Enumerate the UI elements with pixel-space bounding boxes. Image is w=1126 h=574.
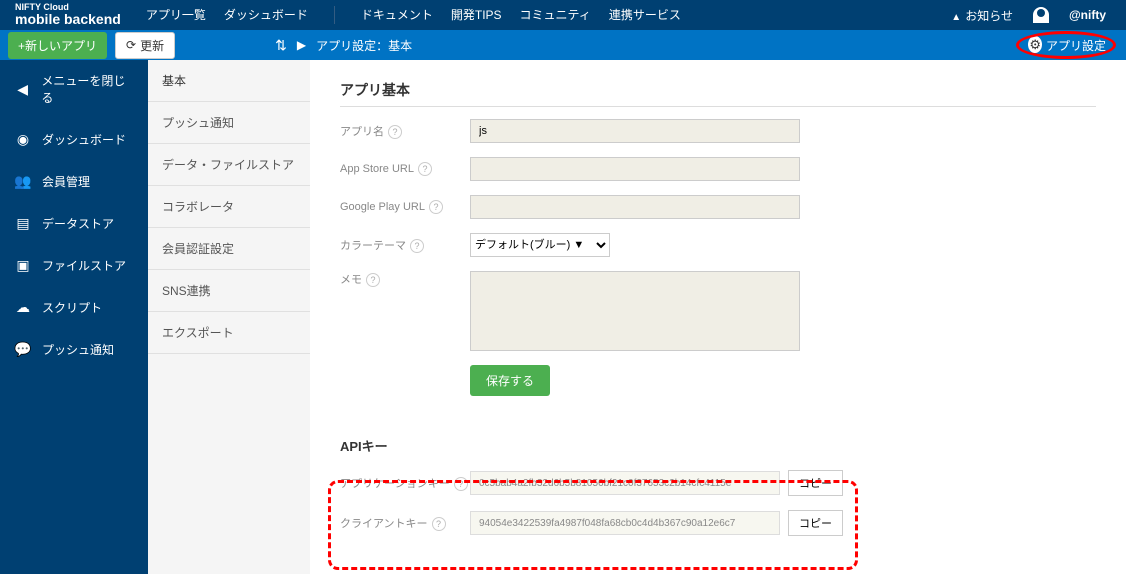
logo[interactable]: NIFTY Cloud mobile backend xyxy=(0,3,136,27)
app-settings-link[interactable]: アプリ設定 xyxy=(1028,37,1106,54)
refresh-label: 更新 xyxy=(140,37,164,54)
subsidebar-item-export[interactable]: エクスポート xyxy=(148,312,310,354)
row-app-name: アプリ名 xyxy=(340,119,1096,143)
app-settings-label: アプリ設定 xyxy=(1046,37,1106,54)
api-section-title: APIキー xyxy=(340,436,1096,455)
breadcrumb: アプリ設定：基本 xyxy=(316,37,412,54)
nav-community[interactable]: コミュニティ xyxy=(520,6,591,24)
sidebar-item-label: 会員管理 xyxy=(42,173,90,190)
input-googleplay[interactable] xyxy=(470,195,800,219)
label-memo: メモ xyxy=(340,271,470,287)
nav-services[interactable]: 連携サービス xyxy=(609,6,681,24)
copy-app-key-button[interactable]: コピー xyxy=(788,470,843,496)
label-app-key: アプリケーションキー xyxy=(340,475,470,491)
label-app-name: アプリ名 xyxy=(340,123,470,139)
logo-title: mobile backend xyxy=(15,11,121,27)
user-icon[interactable] xyxy=(1033,7,1049,23)
subsidebar-item-sns[interactable]: SNS連携 xyxy=(148,270,310,312)
sidebar-item-dashboard[interactable]: ◉ ダッシュボード xyxy=(0,118,148,160)
copy-client-key-button[interactable]: コピー xyxy=(788,510,843,536)
dashboard-icon: ◉ xyxy=(14,130,32,148)
row-client-key: クライアントキー コピー xyxy=(340,510,1096,536)
nav-divider xyxy=(334,6,335,24)
push-icon: 💬 xyxy=(14,340,32,358)
sidebar-item-datastore[interactable]: ▤ データストア xyxy=(0,202,148,244)
sidebar-item-filestore[interactable]: ▣ ファイルストア xyxy=(0,244,148,286)
sidebar-item-label: ファイルストア xyxy=(42,257,126,274)
top-header: NIFTY Cloud mobile backend アプリ一覧 ダッシュボード… xyxy=(0,0,1126,30)
logo-subtitle: NIFTY Cloud xyxy=(15,3,121,11)
header-right: お知らせ @nifty xyxy=(951,7,1126,24)
subsidebar-item-collab[interactable]: コラボレータ xyxy=(148,186,310,228)
row-memo: メモ xyxy=(340,271,1096,351)
row-googleplay: Google Play URL xyxy=(340,195,1096,219)
nav-docs[interactable]: ドキュメント xyxy=(361,6,433,24)
nav-tips[interactable]: 開発TIPS xyxy=(451,6,502,24)
brand-label[interactable]: @nifty xyxy=(1069,8,1106,22)
subsidebar-item-push[interactable]: プッシュ通知 xyxy=(148,102,310,144)
label-googleplay: Google Play URL xyxy=(340,200,470,214)
datastore-icon: ▤ xyxy=(14,214,32,232)
sidebar-item-label: スクリプト xyxy=(42,299,102,316)
gear-icon xyxy=(1028,37,1042,53)
filestore-icon: ▣ xyxy=(14,256,32,274)
select-theme[interactable]: デフォルト(ブルー) ▼ xyxy=(470,233,610,257)
label-client-key: クライアントキー xyxy=(340,515,470,531)
sub-sidebar: 基本 プッシュ通知 データ・ファイルストア コラボレータ 会員認証設定 SNS連… xyxy=(148,60,310,574)
input-client-key[interactable] xyxy=(470,511,780,535)
sidebar-item-push[interactable]: 💬 プッシュ通知 xyxy=(0,328,148,370)
arrow-right-icon: ▶ xyxy=(297,38,306,52)
sidebar-item-close[interactable]: ◀ メニューを閉じる xyxy=(0,60,148,118)
row-app-key: アプリケーションキー コピー xyxy=(340,470,1096,496)
input-app-key[interactable] xyxy=(470,471,780,495)
sidebar: ◀ メニューを閉じる ◉ ダッシュボード 👥 会員管理 ▤ データストア ▣ フ… xyxy=(0,60,148,574)
sidebar-item-label: プッシュ通知 xyxy=(42,341,114,358)
new-app-button[interactable]: +新しいアプリ xyxy=(8,32,107,59)
nav-app-list[interactable]: アプリ一覧 xyxy=(146,6,206,24)
sub-header: +新しいアプリ ⟳ 更新 ⇅ ▶ アプリ設定：基本 アプリ設定 xyxy=(0,30,1126,60)
main-content: アプリ基本 アプリ名 App Store URL Google Play URL… xyxy=(310,60,1126,570)
sidebar-item-label: ダッシュボード xyxy=(42,131,126,148)
save-button[interactable]: 保存する xyxy=(470,365,550,396)
script-icon: ☁ xyxy=(14,298,32,316)
input-app-name[interactable] xyxy=(470,119,800,143)
sidebar-item-members[interactable]: 👥 会員管理 xyxy=(0,160,148,202)
sidebar-item-script[interactable]: ☁ スクリプト xyxy=(0,286,148,328)
sort-icon[interactable]: ⇅ xyxy=(275,37,287,54)
row-appstore: App Store URL xyxy=(340,157,1096,181)
subsidebar-item-basic[interactable]: 基本 xyxy=(148,60,310,102)
nav-dashboard[interactable]: ダッシュボード xyxy=(224,6,308,24)
label-theme: カラーテーマ xyxy=(340,237,470,253)
textarea-memo[interactable] xyxy=(470,271,800,351)
members-icon: 👥 xyxy=(14,172,32,190)
subsidebar-item-datafile[interactable]: データ・ファイルストア xyxy=(148,144,310,186)
input-appstore[interactable] xyxy=(470,157,800,181)
refresh-button[interactable]: ⟳ 更新 xyxy=(115,32,175,59)
page-title: アプリ基本 xyxy=(340,80,1096,107)
subsidebar-item-auth[interactable]: 会員認証設定 xyxy=(148,228,310,270)
bell-icon[interactable]: お知らせ xyxy=(951,7,1013,24)
refresh-icon: ⟳ xyxy=(126,38,136,52)
row-theme: カラーテーマ デフォルト(ブルー) ▼ xyxy=(340,233,1096,257)
top-nav: アプリ一覧 ダッシュボード ドキュメント 開発TIPS コミュニティ 連携サービ… xyxy=(146,6,681,24)
close-menu-icon: ◀ xyxy=(14,80,31,98)
sidebar-item-label: データストア xyxy=(42,215,114,232)
sidebar-item-label: メニューを閉じる xyxy=(41,72,134,106)
label-appstore: App Store URL xyxy=(340,162,470,176)
